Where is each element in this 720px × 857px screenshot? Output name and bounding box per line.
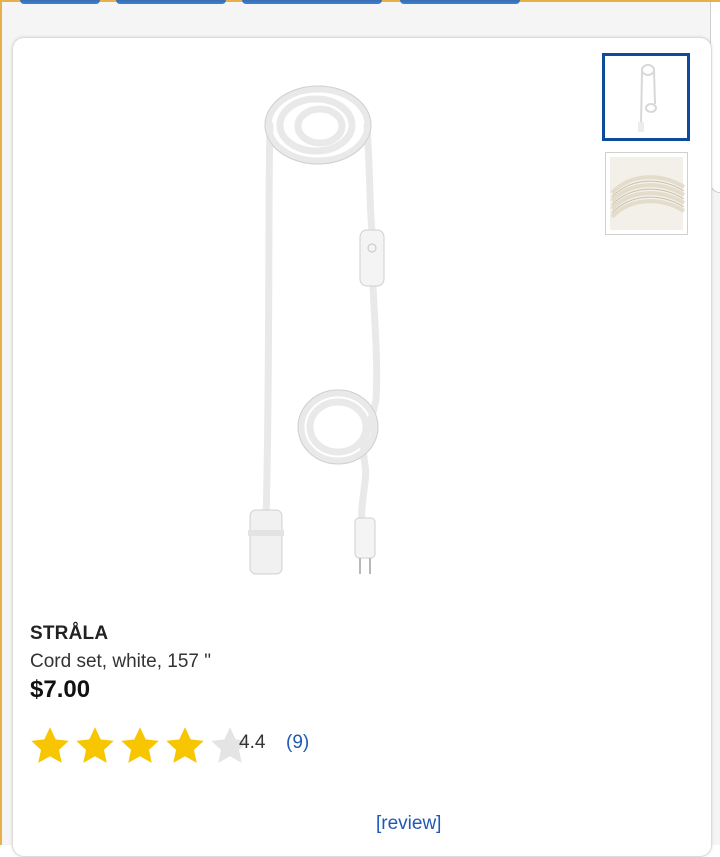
cord-set-thumbnail-icon — [638, 64, 657, 132]
product-description: Cord set, white, 157 " — [30, 651, 212, 672]
thumbnail-1[interactable] — [602, 53, 690, 141]
cord-coil-thumbnail-icon — [610, 157, 686, 230]
thumbnail-2[interactable] — [605, 152, 688, 235]
top-link-strip — [20, 0, 600, 4]
product-image[interactable] — [210, 70, 430, 590]
cord-set-image — [248, 85, 385, 575]
product-price: $7.00 — [30, 676, 91, 703]
star-filled-icon — [76, 727, 114, 763]
rating-value: 4.4 — [239, 732, 266, 753]
rating-count-link[interactable]: (9) — [286, 732, 309, 754]
star-filled-icon — [166, 727, 204, 763]
star-filled-icon — [121, 727, 159, 763]
product-brand[interactable]: STRÅLA — [30, 623, 108, 645]
star-filled-icon — [31, 727, 69, 763]
review-link[interactable]: [review] — [376, 813, 441, 835]
